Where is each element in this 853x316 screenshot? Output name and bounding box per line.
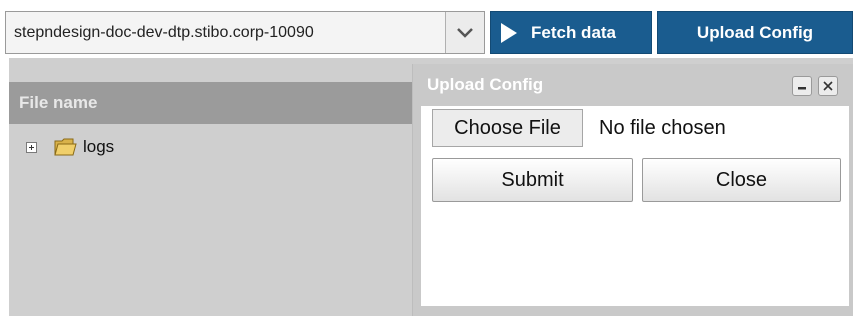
upload-config-label: Upload Config [696,22,814,42]
tree-item-logs[interactable]: logs [26,134,114,160]
server-select[interactable]: stepndesign-doc-dev-dtp.stibo.corp-10090 [5,11,485,54]
dialog-title: Upload Config [427,75,544,94]
submit-label: Submit [501,168,564,191]
tree-item-label: logs [83,137,115,156]
minimize-icon[interactable] [792,76,812,96]
choose-file-button[interactable]: Choose File [432,109,583,147]
close-button[interactable]: Close [642,158,841,202]
fetch-data-button[interactable]: Fetch data [490,11,652,54]
dialog-body: Choose File No file chosen Submit Close [421,106,849,306]
folder-icon [53,136,77,158]
close-label: Close [715,168,768,191]
close-icon[interactable] [818,76,838,96]
toolbar: stepndesign-doc-dev-dtp.stibo.corp-10090… [0,0,853,58]
play-icon [501,22,517,43]
upload-config-button[interactable]: Upload Config [657,11,853,54]
file-status-text: No file chosen [599,117,726,139]
submit-button[interactable]: Submit [432,158,633,202]
file-name-header-label: File name [19,93,98,112]
file-name-column-header[interactable]: File name [9,82,421,124]
plus-box-icon[interactable] [26,141,37,153]
chevron-down-icon[interactable] [445,12,484,53]
upload-config-dialog: Upload Config Choose File No file chosen… [412,64,853,316]
fetch-data-label: Fetch data [531,22,617,42]
choose-file-label: Choose File [454,116,561,139]
server-select-value: stepndesign-doc-dev-dtp.stibo.corp-10090 [14,24,314,41]
